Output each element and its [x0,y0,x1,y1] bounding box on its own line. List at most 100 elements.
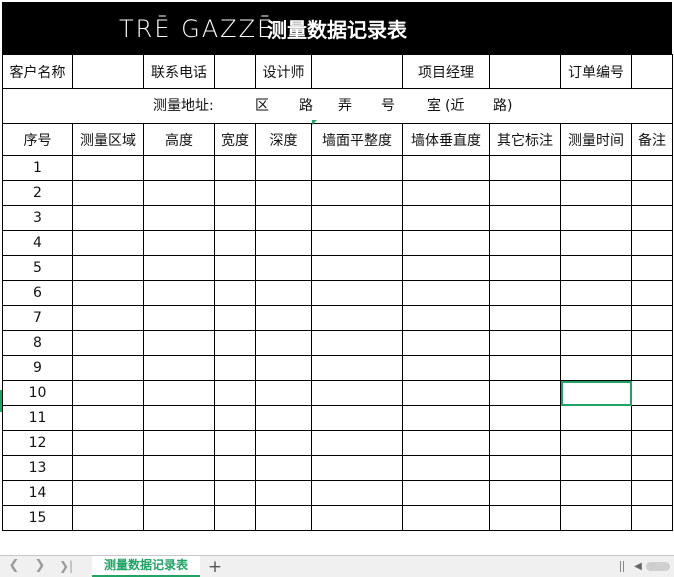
table-cell[interactable] [72,430,144,456]
row-number-cell[interactable]: 12 [2,430,73,456]
table-cell[interactable] [214,480,256,506]
table-cell[interactable] [72,455,144,481]
table-cell[interactable] [560,430,632,456]
table-cell[interactable] [255,405,312,431]
row-number-cell[interactable]: 10 [2,380,73,406]
table-cell[interactable] [255,505,312,531]
table-cell[interactable] [311,255,403,281]
table-cell[interactable] [311,380,403,406]
row-number-cell[interactable]: 11 [2,405,73,431]
table-cell[interactable] [560,355,632,381]
table-cell[interactable] [255,230,312,256]
table-cell[interactable] [311,305,403,331]
table-cell[interactable] [489,180,561,206]
first-sheet-icon[interactable]: ❮ [6,558,22,574]
table-cell[interactable] [72,155,144,181]
table-cell[interactable] [402,355,490,381]
table-cell[interactable] [402,280,490,306]
table-cell[interactable] [402,205,490,231]
row-number-cell[interactable]: 9 [2,355,73,381]
table-cell[interactable] [311,280,403,306]
scroll-grip-icon[interactable] [620,561,624,572]
table-cell[interactable] [489,305,561,331]
table-cell[interactable] [560,180,632,206]
table-cell[interactable] [255,305,312,331]
table-cell[interactable] [143,380,215,406]
table-cell[interactable] [560,255,632,281]
table-cell[interactable] [72,405,144,431]
selected-cell[interactable] [560,380,632,406]
table-cell[interactable] [489,505,561,531]
phone-value-cell[interactable] [214,54,256,89]
table-cell[interactable] [489,355,561,381]
table-cell[interactable] [311,430,403,456]
table-cell[interactable] [402,430,490,456]
table-cell[interactable] [402,505,490,531]
table-cell[interactable] [72,505,144,531]
table-cell[interactable] [255,205,312,231]
row-number-cell[interactable]: 4 [2,230,73,256]
table-cell[interactable] [72,280,144,306]
table-cell[interactable] [72,205,144,231]
table-cell[interactable] [214,180,256,206]
table-cell[interactable] [489,430,561,456]
table-cell[interactable] [560,205,632,231]
table-cell[interactable] [402,230,490,256]
table-cell[interactable] [214,255,256,281]
table-cell[interactable] [255,430,312,456]
table-cell[interactable] [143,180,215,206]
table-cell[interactable] [255,180,312,206]
table-cell[interactable] [311,180,403,206]
table-cell[interactable] [72,255,144,281]
table-cell[interactable] [631,480,673,506]
table-cell[interactable] [560,280,632,306]
row-number-cell[interactable]: 7 [2,305,73,331]
table-cell[interactable] [72,380,144,406]
table-cell[interactable] [143,480,215,506]
table-cell[interactable] [560,155,632,181]
address-cell[interactable]: 测量地址: 区 路 弄 号 室 (近 路) [2,88,673,124]
table-cell[interactable] [143,230,215,256]
row-number-cell[interactable]: 14 [2,480,73,506]
row-number-cell[interactable]: 1 [2,155,73,181]
table-cell[interactable] [402,180,490,206]
table-cell[interactable] [631,355,673,381]
table-cell[interactable] [631,430,673,456]
table-cell[interactable] [214,405,256,431]
row-number-cell[interactable]: 2 [2,180,73,206]
table-cell[interactable] [72,180,144,206]
table-cell[interactable] [489,330,561,356]
scroll-left-icon[interactable]: ◀ [632,560,644,573]
table-cell[interactable] [143,455,215,481]
table-cell[interactable] [560,330,632,356]
table-cell[interactable] [402,330,490,356]
table-cell[interactable] [402,305,490,331]
table-cell[interactable] [560,455,632,481]
table-cell[interactable] [560,505,632,531]
table-cell[interactable] [631,180,673,206]
table-cell[interactable] [311,230,403,256]
table-cell[interactable] [143,280,215,306]
table-cell[interactable] [560,405,632,431]
table-cell[interactable] [143,330,215,356]
table-cell[interactable] [631,380,673,406]
table-cell[interactable] [255,330,312,356]
table-cell[interactable] [143,430,215,456]
row-number-cell[interactable]: 3 [2,205,73,231]
table-cell[interactable] [631,330,673,356]
table-cell[interactable] [143,205,215,231]
table-cell[interactable] [489,380,561,406]
table-cell[interactable] [214,280,256,306]
table-cell[interactable] [402,405,490,431]
table-cell[interactable] [311,480,403,506]
table-cell[interactable] [631,280,673,306]
table-cell[interactable] [214,205,256,231]
table-cell[interactable] [489,455,561,481]
table-cell[interactable] [560,305,632,331]
row-number-cell[interactable]: 13 [2,455,73,481]
table-cell[interactable] [402,255,490,281]
row-number-cell[interactable]: 5 [2,255,73,281]
table-cell[interactable] [631,230,673,256]
table-cell[interactable] [631,255,673,281]
table-cell[interactable] [311,505,403,531]
